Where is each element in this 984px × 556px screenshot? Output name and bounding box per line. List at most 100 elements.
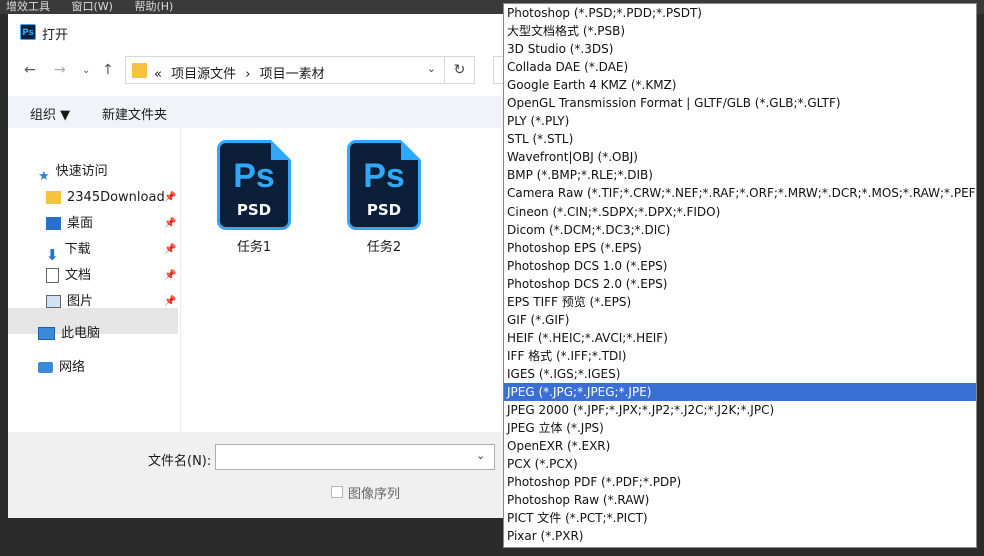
download-icon: ⬇	[46, 246, 59, 264]
format-option[interactable]: JPEG 2000 (*.JPF;*.JPX;*.JP2;*.J2C;*.J2K…	[504, 401, 976, 419]
sidebar-item-label: 下载	[64, 242, 91, 257]
format-option[interactable]: Photoshop PDF (*.PDF;*.PDP)	[504, 473, 976, 491]
navigation-pane: ★ 快速访问 2345Download 📌 桌面 📌 ⬇ 下载 📌 文档 📌 图片 …	[8, 128, 180, 432]
format-option[interactable]: 大型文档格式 (*.PSB)	[504, 22, 976, 40]
recent-locations-chevron-icon[interactable]: ⌄	[82, 65, 90, 76]
format-option[interactable]: Camera Raw (*.TIF;*.CRW;*.NEF;*.RAF;*.OR…	[504, 184, 976, 202]
filename-label: 文件名(N):	[148, 454, 212, 469]
format-option[interactable]: OpenGL Transmission Format | GLTF/GLB (*…	[504, 94, 976, 112]
computer-icon	[38, 327, 55, 340]
refresh-icon[interactable]: ↻	[445, 56, 475, 84]
format-option[interactable]: Cineon (*.CIN;*.SDPX;*.DPX;*.FIDO)	[504, 203, 976, 221]
background-strip	[0, 518, 503, 556]
format-option[interactable]: STL (*.STL)	[504, 130, 976, 148]
format-option[interactable]: Photoshop DCS 1.0 (*.EPS)	[504, 257, 976, 275]
dialog-titlebar: Ps 打开	[8, 14, 503, 48]
pane-divider	[180, 128, 181, 432]
breadcrumb-item-source[interactable]: 项目源文件	[171, 67, 236, 82]
pin-icon: 📌	[164, 192, 177, 203]
pin-icon: 📌	[164, 270, 177, 281]
sidebar-item-pictures[interactable]: 图片	[46, 290, 93, 314]
ps-logo-text: Ps	[363, 157, 405, 195]
search-input[interactable]	[493, 56, 503, 84]
sidebar-item-desktop[interactable]: 桌面	[46, 212, 93, 236]
navigation-bar: ← → ⌄ ↑ « 项目源文件 › 项目一素材 ⌄ ↻	[8, 56, 503, 86]
menu-help[interactable]: 帮助(H)	[134, 0, 173, 14]
format-option[interactable]: PCX (*.PCX)	[504, 455, 976, 473]
psd-label-text: PSD	[366, 201, 402, 219]
sidebar-item-label: 2345Download	[67, 190, 165, 205]
network-icon	[38, 362, 53, 373]
format-option[interactable]: PLY (*.PLY)	[504, 112, 976, 130]
sidebar-item-label: 此电脑	[61, 326, 101, 341]
sidebar-item-2345download[interactable]: 2345Download	[46, 186, 165, 210]
sidebar-item-label: 文档	[65, 268, 92, 283]
format-option[interactable]: IGES (*.IGS;*.IGES)	[504, 365, 976, 383]
format-option[interactable]: Photoshop (*.PSD;*.PDD;*.PSDT)	[504, 4, 976, 22]
format-option[interactable]: Collada DAE (*.DAE)	[504, 58, 976, 76]
psd-label-text: PSD	[236, 201, 272, 219]
open-dialog: Ps 打开 ← → ⌄ ↑ « 项目源文件 › 项目一素材 ⌄ ↻ 组织 ▼ 新…	[8, 14, 503, 518]
breadcrumb-item-materials[interactable]: 项目一素材	[260, 67, 325, 82]
sidebar-item-documents[interactable]: 文档	[46, 264, 91, 288]
sidebar-item-network[interactable]: 网络	[38, 356, 85, 380]
folder-icon	[132, 63, 147, 78]
format-option[interactable]: 3D Studio (*.3DS)	[504, 40, 976, 58]
filename-input[interactable]	[215, 444, 495, 470]
ps-logo-text: Ps	[233, 157, 275, 195]
picture-icon	[46, 295, 61, 308]
menu-plugins[interactable]: 增效工具	[6, 0, 50, 14]
new-folder-button[interactable]: 新建文件夹	[102, 104, 167, 123]
breadcrumb-separator: ›	[245, 67, 251, 82]
sidebar-item-this-pc[interactable]: 此电脑	[38, 322, 100, 346]
organize-button[interactable]: 组织 ▼	[30, 104, 70, 123]
forward-arrow-icon[interactable]: →	[54, 62, 66, 78]
format-option[interactable]: Dicom (*.DCM;*.DC3;*.DIC)	[504, 221, 976, 239]
dialog-title: 打开	[42, 28, 69, 43]
pin-icon: 📌	[164, 244, 177, 255]
file-format-dropdown[interactable]: Photoshop (*.PSD;*.PDD;*.PSDT) 大型文档格式 (*.…	[503, 3, 977, 548]
star-icon: ★	[38, 169, 50, 184]
image-sequence-checkbox[interactable]	[331, 486, 343, 498]
sidebar-item-downloads[interactable]: ⬇ 下载	[46, 238, 91, 264]
address-bar[interactable]: « 项目源文件 › 项目一素材 ⌄	[125, 56, 445, 84]
photoshop-app-icon: Ps	[20, 24, 36, 40]
format-option[interactable]: PICT 文件 (*.PCT;*.PICT)	[504, 509, 976, 527]
format-option[interactable]: Pixar (*.PXR)	[504, 527, 976, 545]
psd-file-icon: Ps PSD	[217, 140, 291, 230]
breadcrumb-overflow[interactable]: «	[154, 67, 162, 82]
sidebar-item-quick-access[interactable]: ★ 快速访问	[38, 160, 108, 184]
file-name: 任务1	[236, 240, 272, 255]
sidebar-item-label: 图片	[67, 294, 94, 309]
back-arrow-icon[interactable]: ←	[24, 62, 36, 78]
format-option[interactable]: Google Earth 4 KMZ (*.KMZ)	[504, 76, 976, 94]
format-option[interactable]: OpenEXR (*.EXR)	[504, 437, 976, 455]
format-option[interactable]: IFF 格式 (*.IFF;*.TDI)	[504, 347, 976, 365]
dialog-footer: 文件名(N): ⌄ 图像序列	[8, 432, 503, 518]
pin-icon: 📌	[164, 296, 177, 307]
file-item-task2[interactable]: Ps PSD 任务2	[344, 140, 424, 255]
pin-icon: 📌	[164, 218, 177, 229]
chevron-down-icon[interactable]: ⌄	[427, 62, 436, 75]
format-option[interactable]: EPS TIFF 预览 (*.EPS)	[504, 293, 976, 311]
sidebar-item-label: 网络	[59, 360, 86, 375]
sidebar-item-label: 快速访问	[55, 164, 108, 179]
format-option[interactable]: Wavefront|OBJ (*.OBJ)	[504, 148, 976, 166]
format-option[interactable]: BMP (*.BMP;*.RLE;*.DIB)	[504, 166, 976, 184]
up-arrow-icon[interactable]: ↑	[102, 62, 114, 78]
format-option[interactable]: GIF (*.GIF)	[504, 311, 976, 329]
file-name: 任务2	[366, 240, 402, 255]
format-option[interactable]: Photoshop EPS (*.EPS)	[504, 239, 976, 257]
format-option[interactable]: JPEG 立体 (*.JPS)	[504, 419, 976, 437]
format-option[interactable]: Photoshop Raw (*.RAW)	[504, 491, 976, 509]
document-icon	[46, 268, 59, 283]
format-option-selected[interactable]: JPEG (*.JPG;*.JPEG;*.JPE)	[504, 382, 976, 402]
menu-window[interactable]: 窗口(W)	[72, 0, 113, 14]
breadcrumb: « 项目源文件 › 项目一素材	[154, 63, 330, 82]
format-option[interactable]: Photoshop DCS 2.0 (*.EPS)	[504, 275, 976, 293]
command-toolbar: 组织 ▼ 新建文件夹	[8, 96, 503, 128]
image-sequence-label: 图像序列	[348, 487, 401, 502]
chevron-down-icon[interactable]: ⌄	[476, 449, 485, 462]
file-item-task1[interactable]: Ps PSD 任务1	[214, 140, 294, 255]
format-option[interactable]: HEIF (*.HEIC;*.AVCI;*.HEIF)	[504, 329, 976, 347]
